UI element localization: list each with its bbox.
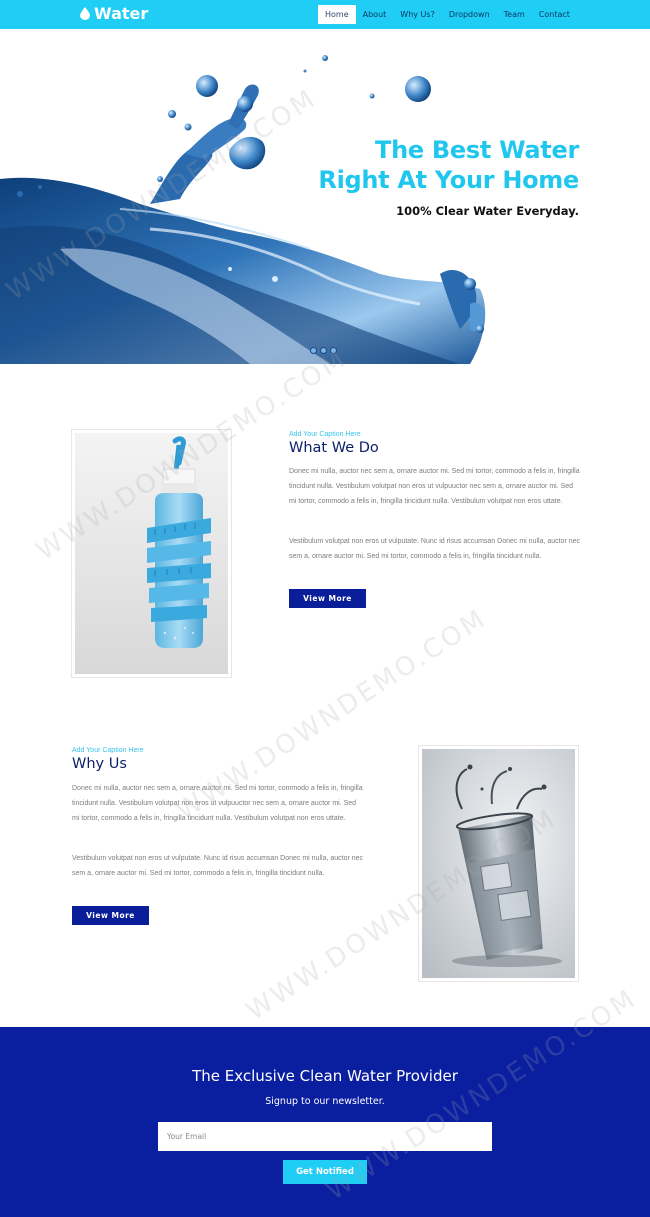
why-us-paragraph-1: Donec mi nulla, auctor nec sem a, ornare…	[72, 785, 363, 822]
what-we-do-paragraph-2: Vestibulum volutpat non eros ut vulputat…	[289, 538, 581, 560]
what-we-do-title: What We Do	[289, 440, 379, 456]
what-we-do-view-more-button[interactable]: View More	[289, 589, 366, 608]
slider-dot-2[interactable]	[320, 347, 327, 354]
hero-title-line1: The Best Water	[375, 136, 579, 164]
nav-why-us[interactable]: Why Us?	[393, 5, 442, 24]
newsletter-section: The Exclusive Clean Water Provider Signu…	[0, 1027, 650, 1217]
brand-name: Water	[94, 4, 149, 23]
why-us-caption: Add Your Caption Here	[72, 747, 144, 754]
water-bottle-photo	[71, 429, 232, 678]
brand-logo[interactable]: Water	[80, 4, 148, 23]
water-drop-icon	[80, 7, 90, 20]
main-nav: Home About Why Us? Dropdown Team Contact	[318, 5, 577, 24]
what-we-do-paragraph-1: Donec mi nulla, auctor nec sem a, ornare…	[289, 468, 580, 505]
slider-dot-1[interactable]	[310, 347, 317, 354]
nav-dropdown[interactable]: Dropdown	[442, 5, 497, 24]
newsletter-title: The Exclusive Clean Water Provider	[192, 1067, 458, 1085]
water-bottle-image	[75, 433, 228, 674]
water-glass-image	[422, 749, 575, 978]
slider-dots	[310, 347, 337, 354]
nav-contact[interactable]: Contact	[532, 5, 577, 24]
water-glass-photo	[418, 745, 579, 982]
hero-subtitle: 100% Clear Water Everyday.	[396, 204, 579, 218]
why-us-view-more-button[interactable]: View More	[72, 906, 149, 925]
top-navbar: Water Home About Why Us? Dropdown Team C…	[0, 0, 650, 29]
nav-about[interactable]: About	[356, 5, 394, 24]
get-notified-button[interactable]: Get Notified	[283, 1160, 367, 1184]
slider-dot-3[interactable]	[330, 347, 337, 354]
nav-home[interactable]: Home	[318, 5, 356, 24]
hero-title-line2: Right At Your Home	[318, 166, 579, 194]
newsletter-subtitle: Signup to our newsletter.	[265, 1096, 385, 1107]
nav-team[interactable]: Team	[497, 5, 532, 24]
what-we-do-caption: Add Your Caption Here	[289, 431, 361, 438]
why-us-paragraph-2: Vestibulum volutpat non eros ut vulputat…	[72, 855, 364, 877]
hero-slider: The Best Water Right At Your Home 100% C…	[0, 29, 650, 364]
hero-title: The Best Water Right At Your Home	[318, 135, 579, 195]
why-us-title: Why Us	[72, 756, 127, 772]
email-input[interactable]	[158, 1122, 492, 1151]
water-splash-image	[0, 55, 486, 364]
